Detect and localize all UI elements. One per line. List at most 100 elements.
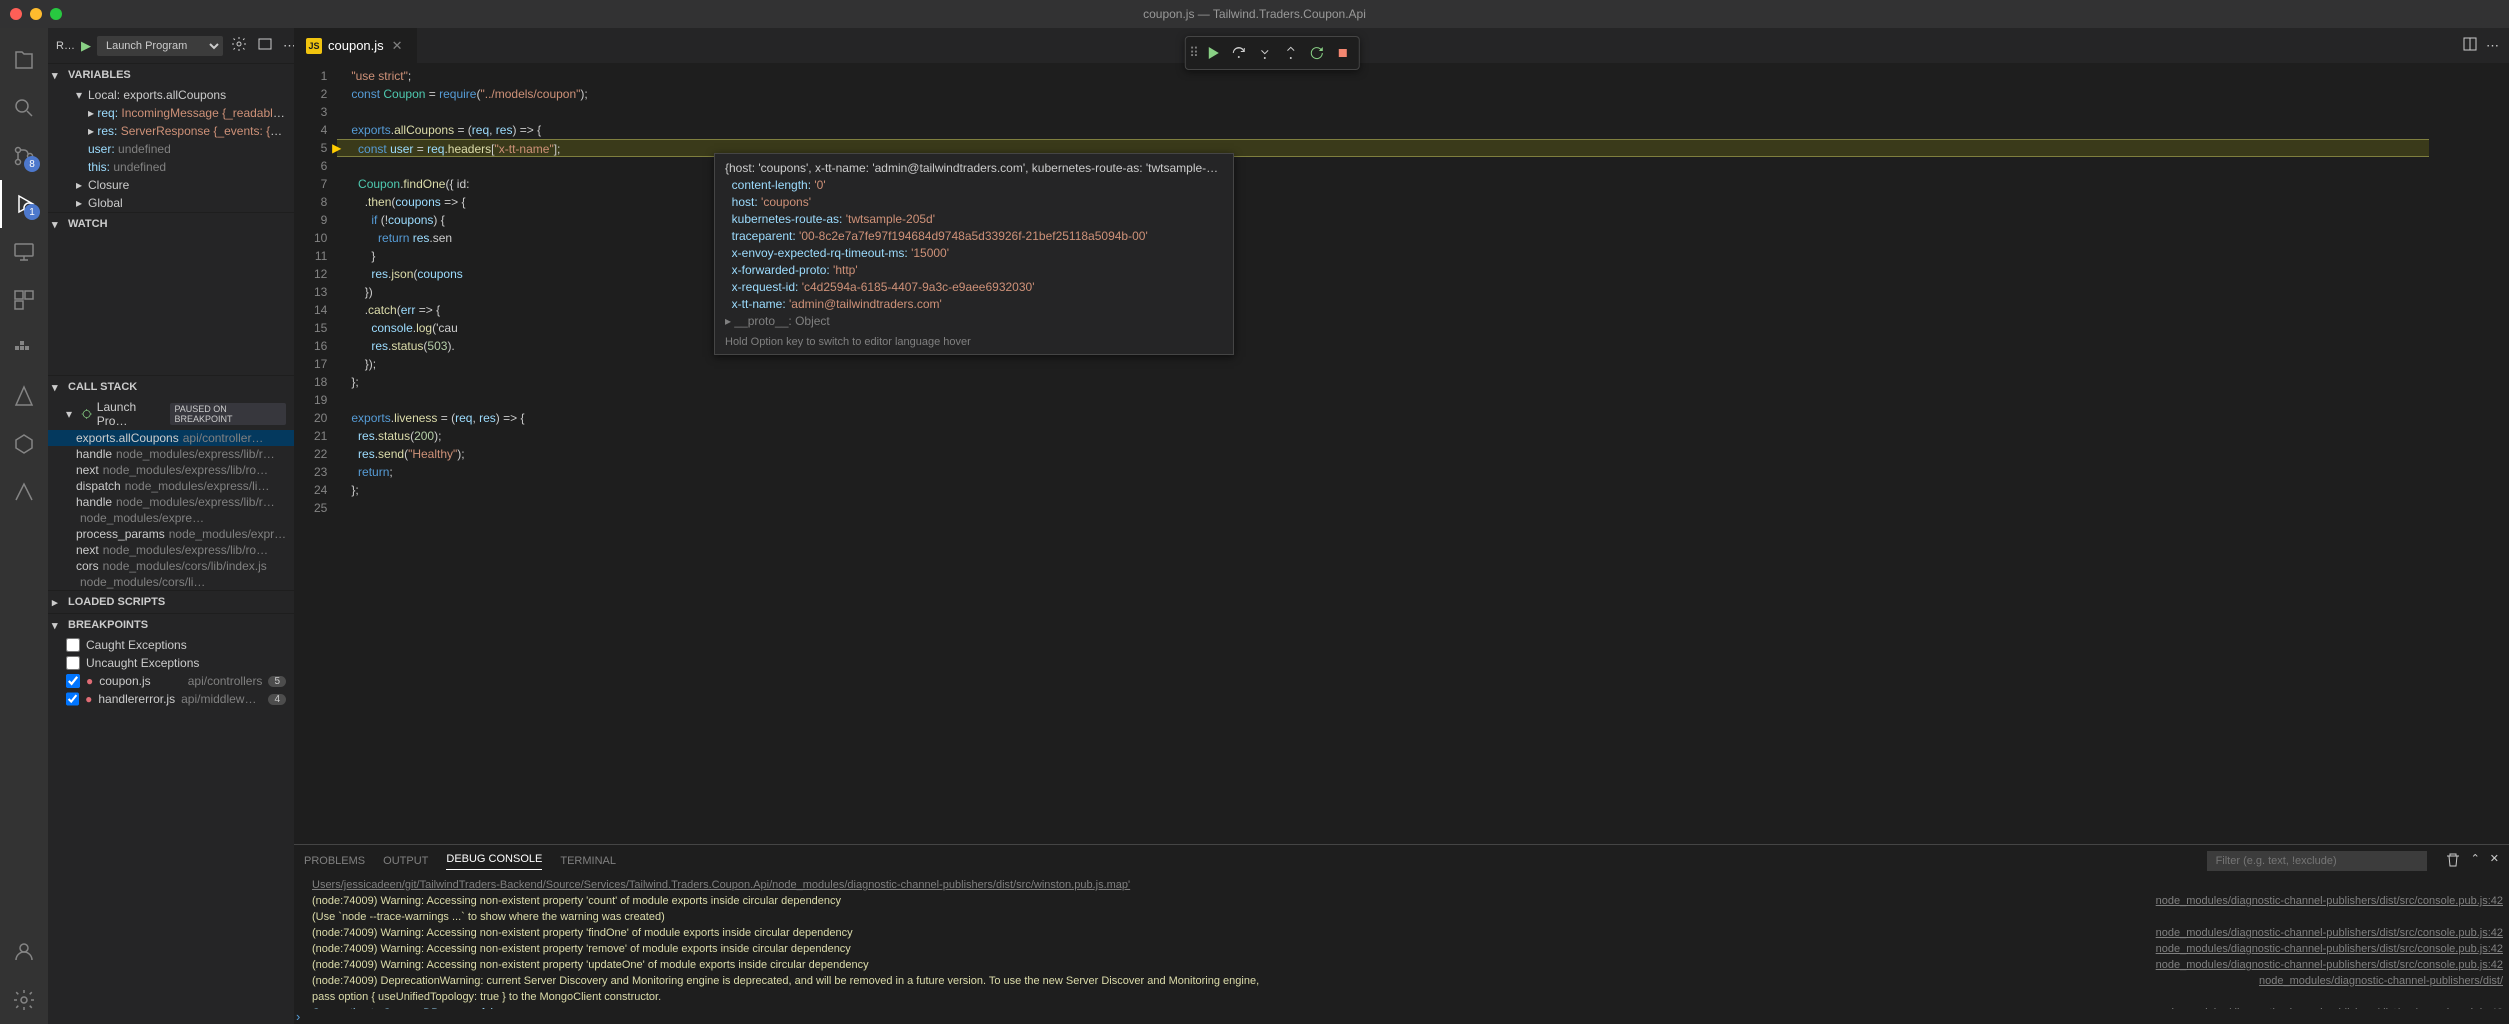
- stack-frame[interactable]: node_modules/cors/li…: [48, 574, 294, 590]
- run-label: R…: [56, 40, 75, 52]
- title-bar: coupon.js — Tailwind.Traders.Coupon.Api: [0, 0, 2509, 28]
- collapse-icon[interactable]: ⌃: [2471, 852, 2480, 871]
- misc-icon[interactable]: [0, 468, 48, 516]
- hover-property: x-request-id: 'c4d2594a-6185-4407-9a3c-e…: [725, 279, 1223, 296]
- debug-console-output[interactable]: Users/jessicadeen/git/TailwindTraders-Ba…: [294, 877, 2509, 1009]
- code-content[interactable]: "use strict";const Coupon = require("../…: [337, 63, 2429, 844]
- settings-gear-icon[interactable]: [0, 976, 48, 1024]
- loaded-scripts-header[interactable]: ▸LOADED SCRIPTS: [48, 591, 294, 613]
- tab-bar: JS coupon.js ✕ ⋯: [294, 28, 2509, 63]
- variable-scope-local[interactable]: ▾Local: exports.allCoupons: [48, 86, 294, 104]
- debug-badge: 1: [24, 204, 40, 220]
- variable-row[interactable]: ▸ res: ServerResponse {_events: {…}, …: [48, 122, 294, 140]
- step-into-button[interactable]: [1253, 41, 1277, 65]
- stack-frame[interactable]: dispatchnode_modules/express/li…: [48, 478, 294, 494]
- variable-scope-global[interactable]: ▸Global: [48, 194, 294, 212]
- console-line: (node:74009) DeprecationWarning: current…: [312, 973, 2503, 989]
- tab-problems[interactable]: PROBLEMS: [304, 855, 365, 867]
- debug-console-toggle-icon[interactable]: [255, 34, 275, 57]
- more-icon[interactable]: ⋯: [281, 36, 294, 56]
- scm-badge: 8: [24, 156, 40, 172]
- variable-row[interactable]: user: undefined: [48, 140, 294, 158]
- activity-bar: 8 1: [0, 28, 48, 1024]
- checkbox[interactable]: [66, 656, 80, 670]
- checkbox[interactable]: [66, 638, 80, 652]
- stack-frame[interactable]: exports.allCouponsapi/controller…: [48, 430, 294, 446]
- breakpoint-row[interactable]: ●handlererror.jsapi/middlewares4: [48, 690, 294, 708]
- bottom-panel: PROBLEMS OUTPUT DEBUG CONSOLE TERMINAL ⌃…: [294, 844, 2509, 1024]
- step-out-button[interactable]: [1279, 41, 1303, 65]
- console-line: (node:74009) Warning: Accessing non-exis…: [312, 893, 2503, 909]
- variables-section-header[interactable]: ▾VARIABLES: [48, 64, 294, 86]
- console-line: (node:74009) Warning: Accessing non-exis…: [312, 941, 2503, 957]
- breakpoints-section-header[interactable]: ▾BREAKPOINTS: [48, 614, 294, 636]
- tab-coupon-js[interactable]: JS coupon.js ✕: [294, 28, 418, 63]
- remote-icon[interactable]: [0, 228, 48, 276]
- window-title: coupon.js — Tailwind.Traders.Coupon.Api: [1143, 7, 1366, 21]
- docker-icon[interactable]: [0, 324, 48, 372]
- explorer-icon[interactable]: [0, 36, 48, 84]
- hover-property: x-forwarded-proto: 'http': [725, 262, 1223, 279]
- stop-button[interactable]: [1331, 41, 1355, 65]
- filter-input[interactable]: [2207, 851, 2427, 871]
- variable-scope-closure[interactable]: ▸Closure: [48, 176, 294, 194]
- search-icon[interactable]: [0, 84, 48, 132]
- close-tab-icon[interactable]: ✕: [390, 36, 405, 56]
- hover-property: traceparent: '00-8c2e7a7fe97f194684d9748…: [725, 228, 1223, 245]
- hover-proto[interactable]: ▸ __proto__: Object: [725, 313, 1223, 330]
- checkbox[interactable]: [66, 674, 80, 688]
- split-editor-icon[interactable]: [2462, 36, 2478, 55]
- console-line: (node:74009) Warning: Accessing non-exis…: [312, 925, 2503, 941]
- maximize-window-icon[interactable]: [50, 8, 62, 20]
- tab-label: coupon.js: [328, 38, 384, 53]
- js-file-icon: JS: [306, 38, 322, 54]
- source-control-icon[interactable]: 8: [0, 132, 48, 180]
- variable-row[interactable]: this: undefined: [48, 158, 294, 176]
- breakpoint-caught-exceptions[interactable]: Caught Exceptions: [48, 636, 294, 654]
- accounts-icon[interactable]: [0, 928, 48, 976]
- stack-frame[interactable]: handlenode_modules/express/lib/r…: [48, 494, 294, 510]
- checkbox[interactable]: [66, 692, 79, 706]
- gear-icon[interactable]: [229, 34, 249, 57]
- tab-debug-console[interactable]: DEBUG CONSOLE: [446, 853, 542, 870]
- console-line: (Use `node --trace-warnings ...` to show…: [312, 909, 2503, 925]
- watch-section-header[interactable]: ▾WATCH: [48, 213, 294, 235]
- clear-console-icon[interactable]: [2445, 852, 2461, 871]
- stack-frame[interactable]: nextnode_modules/express/lib/ro…: [48, 462, 294, 478]
- debug-config-select[interactable]: Launch Program: [97, 36, 223, 56]
- debug-icon[interactable]: 1: [0, 180, 48, 228]
- console-line: pass option { useUnifiedTopology: true }…: [312, 989, 2503, 1005]
- start-debug-button[interactable]: ▶: [81, 38, 91, 54]
- step-over-button[interactable]: [1227, 41, 1251, 65]
- stack-frame[interactable]: corsnode_modules/cors/lib/index.js: [48, 558, 294, 574]
- drag-handle-icon[interactable]: ⠿: [1189, 41, 1199, 65]
- stack-frame[interactable]: node_modules/expre…: [48, 510, 294, 526]
- close-window-icon[interactable]: [10, 8, 22, 20]
- line-number-gutter: 12345▶6789101112131415161718192021222324…: [294, 63, 337, 844]
- minimap[interactable]: [2429, 63, 2509, 844]
- hover-property: x-envoy-expected-rq-timeout-ms: '15000': [725, 245, 1223, 262]
- callstack-section-header[interactable]: ▾CALL STACK: [48, 376, 294, 398]
- hover-property: host: 'coupons': [725, 194, 1223, 211]
- hover-header: {host: 'coupons', x-tt-name: 'admin@tail…: [725, 160, 1223, 177]
- close-panel-icon[interactable]: ✕: [2490, 852, 2499, 871]
- code-editor[interactable]: 12345▶6789101112131415161718192021222324…: [294, 63, 2509, 844]
- restart-button[interactable]: [1305, 41, 1329, 65]
- tab-output[interactable]: OUTPUT: [383, 855, 428, 867]
- hover-hint: Hold Option key to switch to editor lang…: [725, 336, 1223, 348]
- minimize-window-icon[interactable]: [30, 8, 42, 20]
- stack-frame[interactable]: nextnode_modules/express/lib/ro…: [48, 542, 294, 558]
- stack-frame[interactable]: handlenode_modules/express/lib/r…: [48, 446, 294, 462]
- continue-button[interactable]: [1201, 41, 1225, 65]
- stack-frame[interactable]: process_paramsnode_modules/expr…: [48, 526, 294, 542]
- extensions-icon[interactable]: [0, 276, 48, 324]
- azure-icon[interactable]: [0, 372, 48, 420]
- kubernetes-icon[interactable]: [0, 420, 48, 468]
- breakpoint-row[interactable]: ●coupon.jsapi/controllers5: [48, 672, 294, 690]
- variable-row[interactable]: ▸ req: IncomingMessage {_readableState…: [48, 104, 294, 122]
- callstack-thread[interactable]: ▾Launch Pro… PAUSED ON BREAKPOINT: [48, 398, 294, 430]
- tab-terminal[interactable]: TERMINAL: [560, 855, 616, 867]
- more-actions-icon[interactable]: ⋯: [2486, 38, 2499, 54]
- console-input-prompt[interactable]: ›: [294, 1009, 2509, 1024]
- breakpoint-uncaught-exceptions[interactable]: Uncaught Exceptions: [48, 654, 294, 672]
